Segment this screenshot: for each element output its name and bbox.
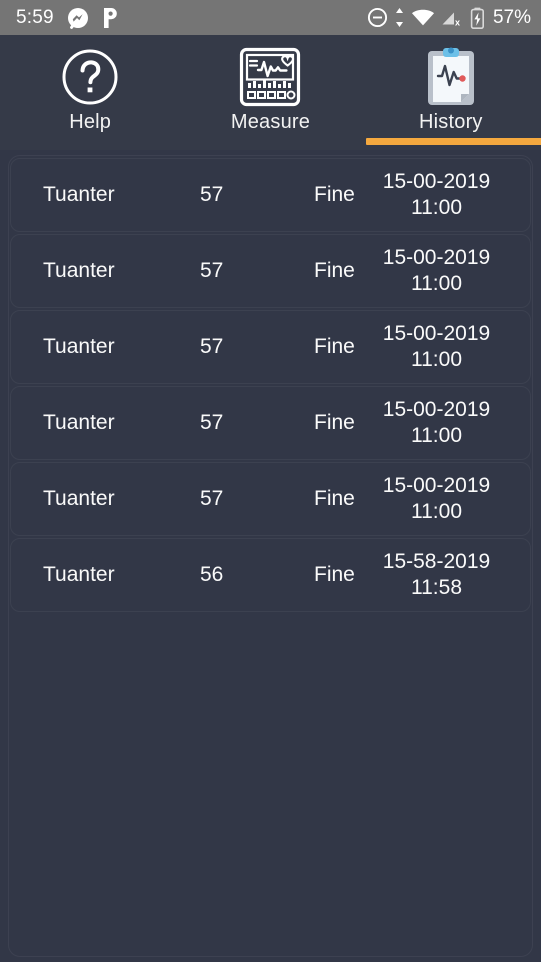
row-datetime: 15-00-2019 11:00	[354, 473, 519, 525]
table-row[interactable]: Tuanter 57 Fine 15-00-2019 11:00	[10, 386, 531, 460]
row-value: 57	[200, 487, 224, 510]
tab-history[interactable]: History	[361, 35, 541, 150]
row-datetime: 15-00-2019 11:00	[354, 397, 519, 449]
row-datetime: 15-00-2019 11:00	[354, 321, 519, 373]
row-value: 57	[200, 259, 224, 282]
tab-measure[interactable]: Measure	[180, 35, 360, 150]
row-value: 57	[200, 335, 224, 358]
tab-label-help: Help	[69, 111, 112, 133]
row-state: Fine	[314, 183, 355, 206]
table-row[interactable]: Tuanter 57 Fine 15-00-2019 11:00	[10, 462, 531, 536]
table-row[interactable]: Tuanter 57 Fine 15-00-2019 11:00	[10, 234, 531, 308]
battery-percent-label: 57%	[492, 6, 531, 28]
history-content: Tuanter 57 Fine 15-00-2019 11:00 Tuanter…	[0, 150, 541, 962]
table-row[interactable]: Tuanter 56 Fine 15-58-2019 11:58	[10, 538, 531, 612]
row-time: 11:00	[411, 196, 462, 219]
do-not-disturb-icon	[367, 7, 388, 28]
table-row[interactable]: Tuanter 57 Fine 15-00-2019 11:00	[10, 158, 531, 232]
row-date: 15-00-2019	[382, 246, 491, 269]
row-state: Fine	[314, 563, 355, 586]
row-value: 57	[200, 183, 224, 206]
tab-help[interactable]: Help	[0, 35, 180, 150]
status-clock: 5:59	[16, 6, 54, 28]
status-bar: 5:59 x 57%	[0, 0, 541, 35]
row-date: 15-00-2019	[382, 170, 491, 193]
row-datetime: 15-00-2019 11:00	[354, 169, 519, 221]
heart-monitor-icon	[239, 46, 301, 108]
tab-indicator-history	[365, 138, 541, 145]
row-time: 11:00	[411, 500, 462, 523]
cellular-off-icon: x	[441, 7, 464, 28]
row-name: Tuanter	[43, 487, 115, 510]
pandora-icon	[102, 7, 119, 29]
tab-bar: Help Measure History	[0, 35, 541, 150]
row-name: Tuanter	[43, 335, 115, 358]
row-time: 11:00	[411, 272, 462, 295]
row-state: Fine	[314, 335, 355, 358]
row-value: 57	[200, 411, 224, 434]
row-date: 15-00-2019	[382, 322, 491, 345]
battery-charging-icon	[470, 7, 485, 29]
status-bar-left: 5:59	[16, 7, 119, 29]
row-state: Fine	[314, 259, 355, 282]
row-name: Tuanter	[43, 411, 115, 434]
data-transfer-icon	[394, 7, 405, 28]
history-list[interactable]: Tuanter 57 Fine 15-00-2019 11:00 Tuanter…	[8, 155, 533, 957]
row-name: Tuanter	[43, 259, 115, 282]
clipboard-ecg-icon	[422, 46, 480, 108]
row-datetime: 15-00-2019 11:00	[354, 245, 519, 297]
row-time: 11:00	[411, 424, 462, 447]
messenger-icon	[67, 7, 89, 29]
row-time: 11:58	[411, 576, 462, 599]
row-date: 15-58-2019	[382, 550, 491, 573]
svg-text:x: x	[455, 18, 460, 28]
row-time: 11:00	[411, 348, 462, 371]
wifi-icon	[411, 7, 435, 28]
status-bar-right: x 57%	[367, 7, 531, 29]
row-value: 56	[200, 563, 224, 586]
row-state: Fine	[314, 487, 355, 510]
tab-label-history: History	[419, 111, 483, 133]
row-name: Tuanter	[43, 563, 115, 586]
row-date: 15-00-2019	[382, 474, 491, 497]
tab-label-measure: Measure	[230, 111, 311, 133]
table-row[interactable]: Tuanter 57 Fine 15-00-2019 11:00	[10, 310, 531, 384]
help-circle-icon	[61, 46, 119, 108]
row-state: Fine	[314, 411, 355, 434]
row-date: 15-00-2019	[382, 398, 491, 421]
row-datetime: 15-58-2019 11:58	[354, 549, 519, 601]
row-name: Tuanter	[43, 183, 115, 206]
